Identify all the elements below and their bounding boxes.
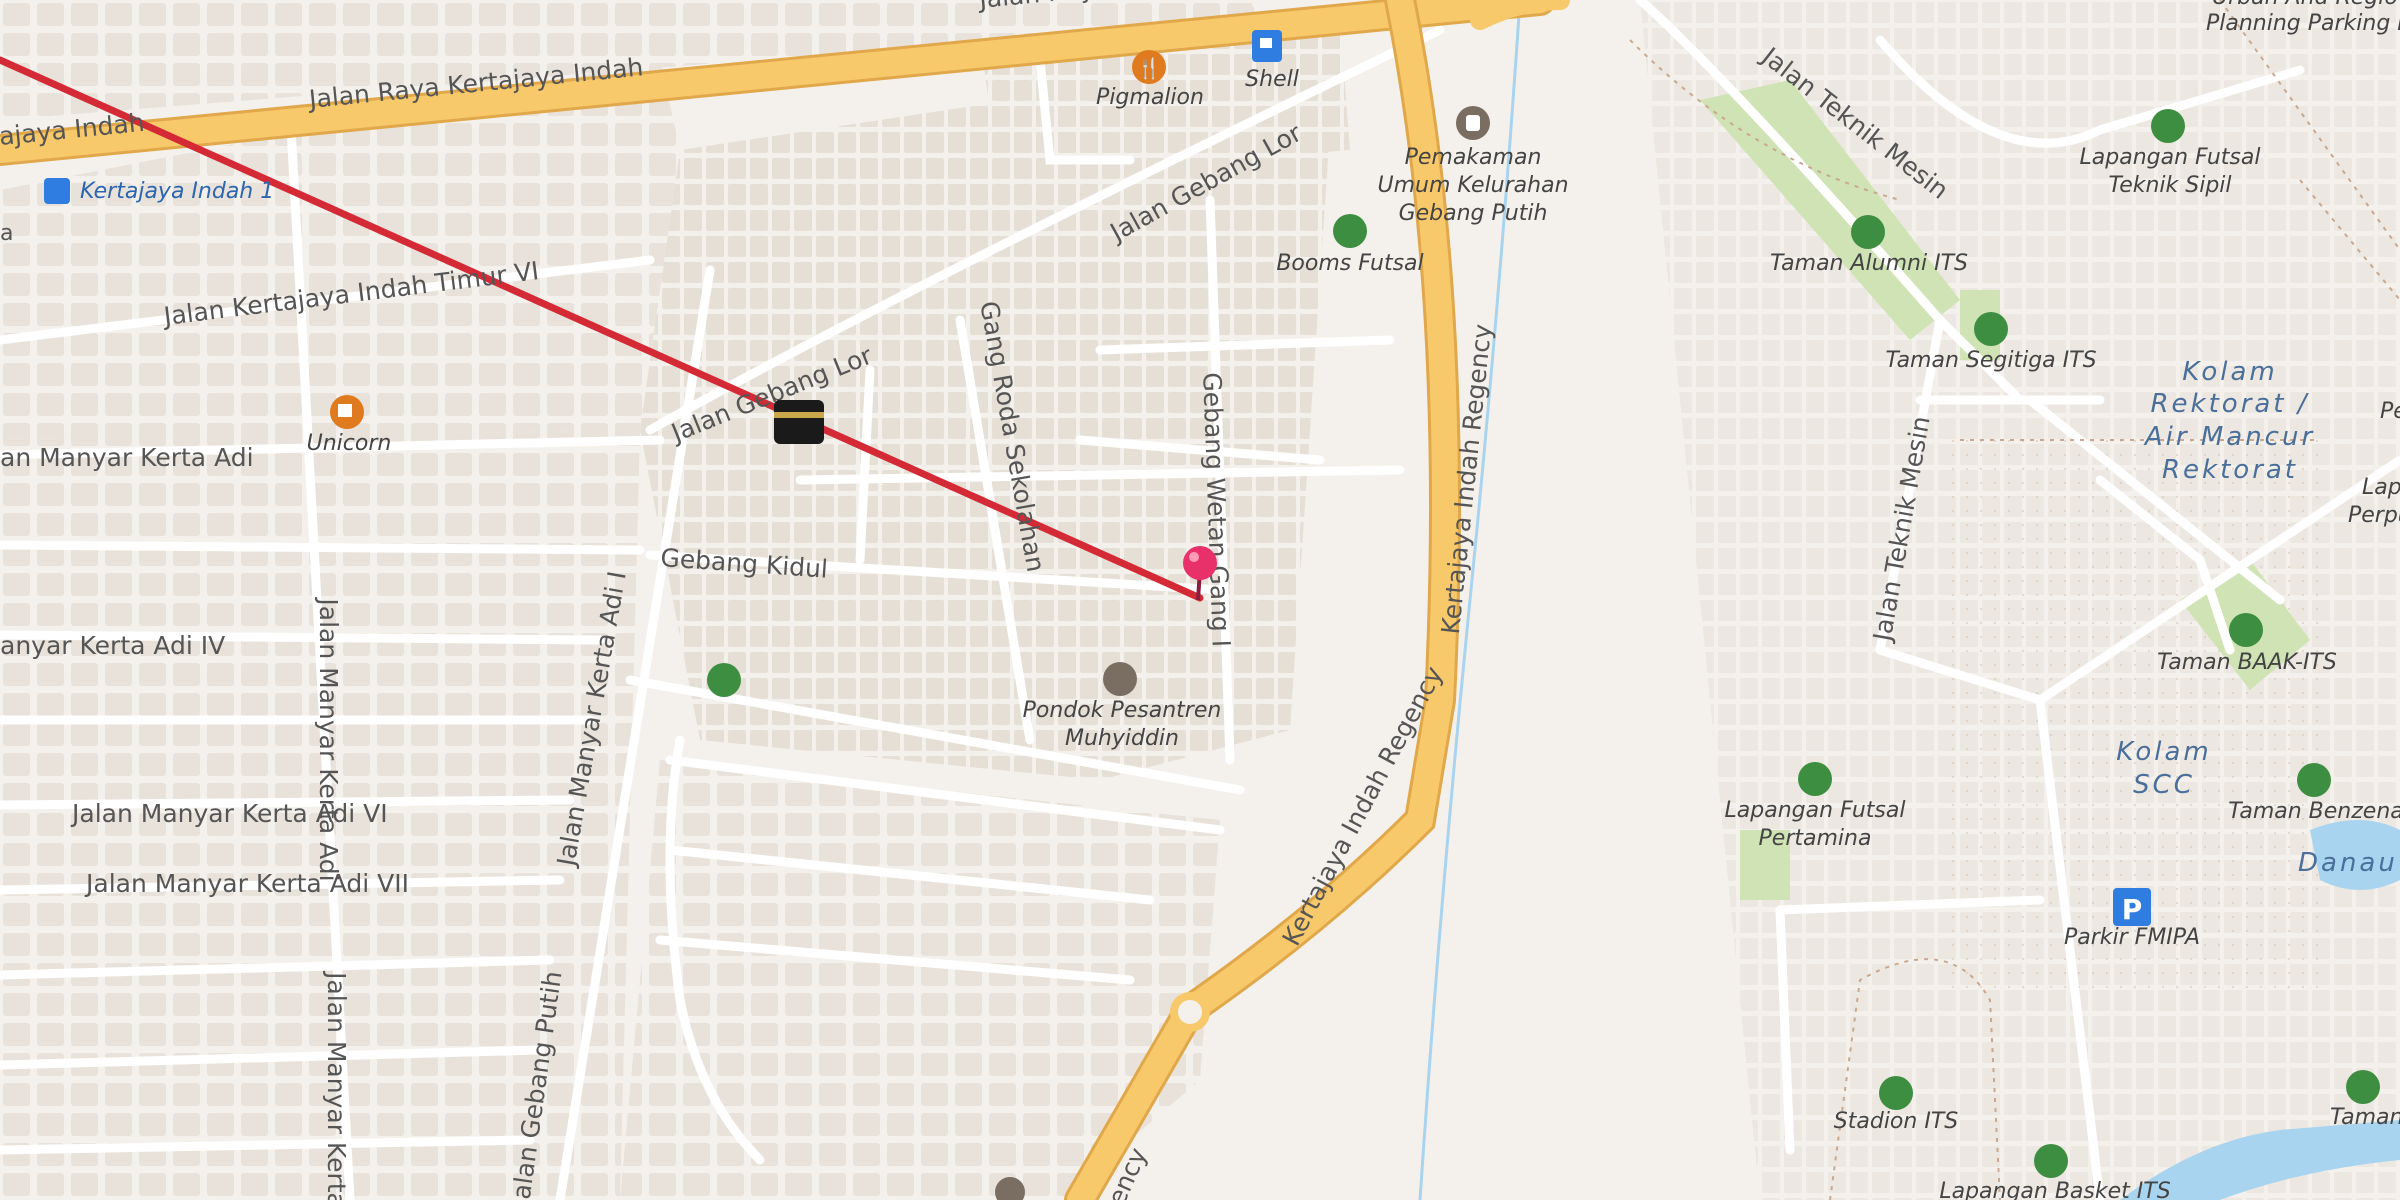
park-icon-baak — [2229, 613, 2263, 647]
poi-shell: Shell — [1245, 67, 1299, 92]
street-manyar-kerta-adi: an Manyar Kerta Adi — [0, 443, 254, 472]
poi-pe: Pe — [2380, 399, 2400, 424]
poi-pigmalion: Pigmalion — [1096, 85, 1204, 110]
poi-perpus-2: Perpust — [2348, 503, 2400, 528]
bus-stop-icon — [44, 178, 70, 204]
poi-pemakaman-2: Umum Kelurahan — [1377, 173, 1568, 198]
poi-planning-parking-2: Planning Parking L — [2206, 11, 2400, 36]
area-kolam-rektorat-4: Rektorat — [2162, 455, 2298, 485]
sports-icon-pertamina — [1798, 762, 1832, 796]
poi-taman-benzena: Taman Benzena — [2228, 799, 2400, 824]
area-danau: Danau — [2298, 848, 2398, 878]
park-icon-segitiga — [1974, 312, 2008, 346]
poi-unicorn: Unicorn — [307, 431, 392, 456]
area-kolam-rektorat-1: Kolam — [2182, 357, 2278, 387]
poi-pondok-2: Muhyiddin — [1065, 726, 1179, 751]
poi-pemakaman-1: Pemakaman — [1405, 145, 1542, 170]
poi-pondok-1: Pondok Pesantren — [1023, 698, 1222, 723]
svg-text:P: P — [2122, 893, 2143, 926]
sports-icon-booms — [1333, 214, 1367, 248]
poi-stadion: Stadion ITS — [1834, 1109, 1958, 1134]
poi-lapangan-pertamina-2: Pertamina — [1759, 826, 1872, 851]
sports-icon-teknik-sipil — [2151, 109, 2185, 143]
edge-fragment: a — [0, 221, 13, 246]
area-kolam-rektorat-2: Rektorat / — [2150, 389, 2309, 419]
street-manyar-kerta-adi-vertical: Jalan Manyar Kerta Adi — [314, 596, 343, 881]
area-kolam-rektorat-3: Air Mancur — [2143, 422, 2315, 452]
poi-lapangan-pertamina-1: Lapangan Futsal — [1725, 798, 1906, 823]
school-icon — [1103, 662, 1137, 696]
park-icon-alumni — [1851, 215, 1885, 249]
poi-taman-baak: Taman BAAK-ITS — [2157, 650, 2337, 675]
bus-stop-label: Kertajaya Indah 1 — [80, 179, 274, 204]
area-kolam-scc-1: Kolam — [2116, 737, 2212, 767]
poi-planning-parking-1: Urban And Regio — [2212, 0, 2398, 10]
poi-lapangan-teknik-sipil-1: Lapangan Futsal — [2080, 145, 2261, 170]
park-icon-stati — [2346, 1070, 2380, 1104]
street-manyar-kerta-adi-iv: anyar Kerta Adi IV — [0, 631, 225, 660]
poi-taman-stati: Taman Stati — [2330, 1105, 2400, 1130]
poi-lapangan-basket: Lapangan Basket ITS — [1939, 1179, 2170, 1200]
sports-icon-stadion — [1879, 1076, 1913, 1110]
poi-lapangan-teknik-sipil-2: Teknik Sipil — [2108, 173, 2231, 198]
area-kolam-scc-2: SCC — [2133, 770, 2195, 800]
street-manyar-kerta-adi-vii: Jalan Manyar Kerta Adi VII — [84, 869, 409, 898]
poi-taman-segitiga: Taman Segitiga ITS — [1885, 348, 2096, 373]
poi-booms-futsal: Booms Futsal — [1276, 251, 1423, 276]
park-icon-benzena — [2297, 763, 2331, 797]
poi-perpus-1: Lap — [2362, 475, 2400, 500]
sports-icon-gebang — [707, 663, 741, 697]
kaaba-icon — [774, 400, 824, 444]
svg-text:🍴: 🍴 — [1137, 56, 1162, 80]
sports-icon-basket — [2034, 1144, 2068, 1178]
street-manyar-kerta-adi-vertical-bottom: Jalan Manyar Kerta — [322, 970, 351, 1200]
map-canvas[interactable]: Jalan Raya Kertajaya Indah Jalan Ray aja… — [0, 0, 2400, 1200]
poi-pemakaman-3: Gebang Putih — [1399, 201, 1548, 226]
poi-parkir-fmipa: Parkir FMIPA — [2064, 925, 2200, 950]
poi-taman-alumni: Taman Alumni ITS — [1770, 251, 1968, 276]
